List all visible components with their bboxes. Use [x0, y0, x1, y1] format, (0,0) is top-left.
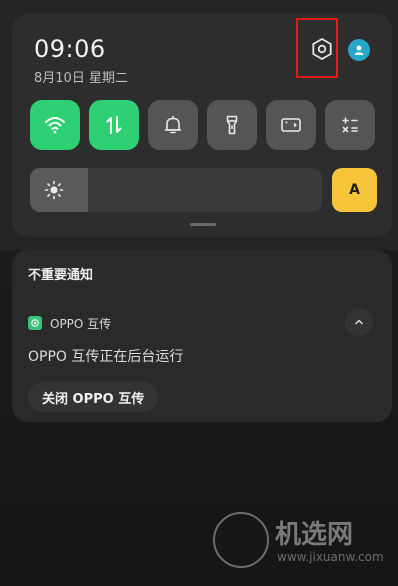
wifi-icon [45, 117, 65, 134]
toggle-wifi[interactable] [30, 100, 80, 150]
bell-icon [164, 115, 182, 134]
notification-app-name: OPPO 互传 [50, 317, 112, 331]
calculator-icon [342, 117, 358, 133]
account-button[interactable] [348, 39, 370, 61]
sun-icon [44, 180, 64, 200]
watermark-url: www.jixuanw.com [277, 550, 384, 564]
auto-brightness-button[interactable]: A [332, 168, 377, 212]
toggle-sound[interactable] [148, 100, 198, 150]
data-arrows-icon [106, 116, 122, 134]
oppo-share-app-icon [28, 316, 42, 330]
flashlight-icon [226, 115, 238, 135]
close-oppo-share-button[interactable]: 关闭 OPPO 互传 [28, 382, 159, 412]
watermark: 机选网 www.jixuanw.com [213, 508, 384, 578]
collapse-button[interactable] [345, 308, 373, 336]
watermark-title: 机选网 [275, 520, 354, 550]
screen-record-icon [281, 118, 301, 132]
user-icon [354, 45, 364, 55]
toggle-mobile-data[interactable] [89, 100, 139, 150]
toggle-calculator[interactable] [325, 100, 375, 150]
watermark-logo [213, 512, 269, 568]
settings-highlight-box [296, 18, 338, 78]
brightness-slider[interactable] [30, 168, 322, 212]
share-icon [31, 319, 39, 327]
toggle-screen-record[interactable] [266, 100, 316, 150]
clock: 09:06 [34, 35, 106, 63]
notification-section-title: 不重要通知 [28, 268, 94, 283]
chevron-up-icon [355, 319, 363, 325]
notification-card: 不重要通知 OPPO 互传 OPPO 互传正在后台运行 关闭 OPPO 互传 [12, 250, 392, 422]
quick-settings-panel: 09:06 8月10日 星期二 A [12, 14, 392, 237]
date-label: 8月10日 星期二 [34, 71, 128, 86]
toggle-flashlight[interactable] [207, 100, 257, 150]
notification-body: OPPO 互传正在后台运行 [28, 349, 184, 365]
expand-handle[interactable] [190, 223, 216, 226]
